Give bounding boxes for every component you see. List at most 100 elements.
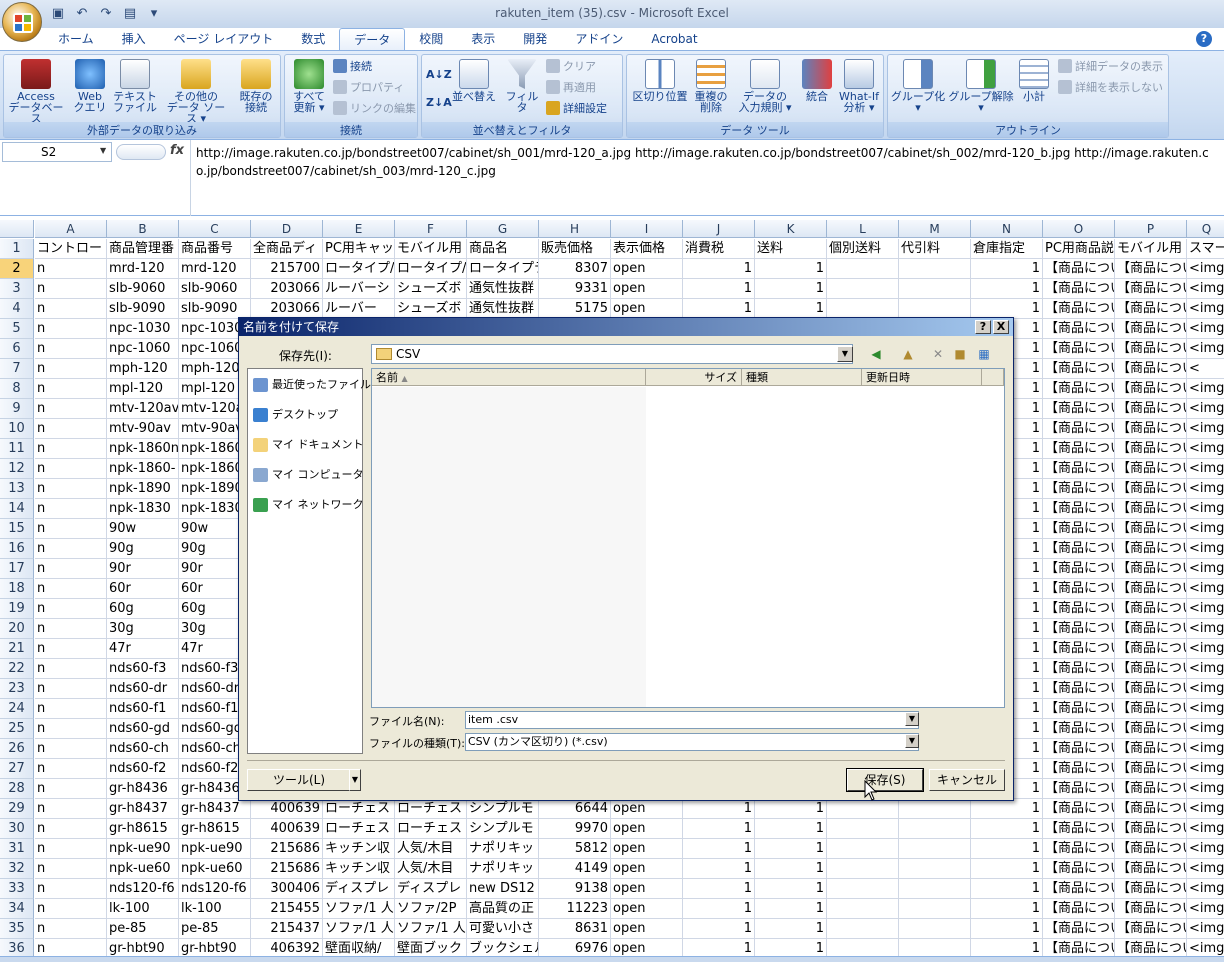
- table-cell[interactable]: <img: [1187, 899, 1224, 919]
- table-cell[interactable]: <img: [1187, 879, 1224, 899]
- sort-desc-button[interactable]: Z↓A: [426, 93, 452, 113]
- table-cell[interactable]: [899, 259, 971, 279]
- table-cell[interactable]: 【商品につい: [1115, 879, 1187, 899]
- table-cell[interactable]: n: [35, 779, 107, 799]
- other-sources-button[interactable]: その他の データ ソース ▾: [162, 59, 230, 124]
- table-cell[interactable]: ナポリキッ: [467, 839, 539, 859]
- table-cell[interactable]: [827, 799, 899, 819]
- header-cell[interactable]: モバイル用: [395, 239, 467, 259]
- table-cell[interactable]: <img s: [1187, 539, 1224, 559]
- row-header[interactable]: 8: [0, 379, 34, 399]
- table-cell[interactable]: gr-h8437: [107, 799, 179, 819]
- table-cell[interactable]: n: [35, 279, 107, 299]
- filename-input[interactable]: item .csv: [465, 711, 919, 729]
- row-header[interactable]: 24: [0, 699, 34, 719]
- column-header-A[interactable]: A: [35, 220, 107, 238]
- table-cell[interactable]: 【商品につい: [1043, 339, 1115, 359]
- table-cell[interactable]: ソファ/1 人: [323, 899, 395, 919]
- customize-qat-icon[interactable]: ▾: [144, 5, 164, 23]
- table-cell[interactable]: 【商品につい: [1115, 679, 1187, 699]
- table-cell[interactable]: 【商品につい: [1115, 839, 1187, 859]
- table-cell[interactable]: npk-1860-: [107, 459, 179, 479]
- table-cell[interactable]: open: [611, 279, 683, 299]
- table-cell[interactable]: 【商品につい: [1115, 419, 1187, 439]
- table-cell[interactable]: 【商品につい: [1043, 719, 1115, 739]
- table-cell[interactable]: 215686: [251, 859, 323, 879]
- table-cell[interactable]: n: [35, 259, 107, 279]
- row-header[interactable]: 6: [0, 339, 34, 359]
- table-cell[interactable]: 【商品につい: [1043, 919, 1115, 939]
- table-cell[interactable]: 5812: [539, 839, 611, 859]
- remove-duplicates-button[interactable]: 重複の 削除: [691, 59, 731, 113]
- table-cell[interactable]: 【商品につい: [1115, 479, 1187, 499]
- row-header[interactable]: 1: [0, 239, 34, 259]
- table-cell[interactable]: n: [35, 699, 107, 719]
- table-cell[interactable]: 5175: [539, 299, 611, 319]
- column-header-D[interactable]: D: [251, 220, 323, 238]
- table-cell[interactable]: n: [35, 319, 107, 339]
- row-header[interactable]: 22: [0, 659, 34, 679]
- column-header-K[interactable]: K: [755, 220, 827, 238]
- table-cell[interactable]: gr-h8615: [107, 819, 179, 839]
- table-cell[interactable]: open: [611, 919, 683, 939]
- tools-button[interactable]: ツール(L): [247, 769, 351, 791]
- table-cell[interactable]: slb-9060: [107, 279, 179, 299]
- table-cell[interactable]: 9970: [539, 819, 611, 839]
- table-cell[interactable]: ルーバー: [323, 299, 395, 319]
- table-cell[interactable]: open: [611, 299, 683, 319]
- table-cell[interactable]: 90g: [107, 539, 179, 559]
- table-cell[interactable]: 215455: [251, 899, 323, 919]
- row-header[interactable]: 31: [0, 839, 34, 859]
- table-cell[interactable]: 【商品につい: [1043, 399, 1115, 419]
- table-cell[interactable]: 1: [971, 279, 1043, 299]
- table-cell[interactable]: 1: [971, 819, 1043, 839]
- table-cell[interactable]: n: [35, 819, 107, 839]
- table-cell[interactable]: open: [611, 899, 683, 919]
- table-cell[interactable]: 60r: [107, 579, 179, 599]
- table-cell[interactable]: 【商品につい: [1043, 439, 1115, 459]
- table-cell[interactable]: 【商品につい: [1115, 899, 1187, 919]
- row-header[interactable]: 21: [0, 639, 34, 659]
- table-cell[interactable]: ローチェスト: [323, 819, 395, 839]
- table-cell[interactable]: [899, 839, 971, 859]
- table-cell[interactable]: nds60-gd: [107, 719, 179, 739]
- table-cell[interactable]: n: [35, 299, 107, 319]
- table-cell[interactable]: 1: [755, 279, 827, 299]
- table-cell[interactable]: 【商品につい: [1115, 759, 1187, 779]
- table-cell[interactable]: 【商品につい: [1043, 899, 1115, 919]
- column-header-E[interactable]: E: [323, 220, 395, 238]
- table-cell[interactable]: 11223: [539, 899, 611, 919]
- table-cell[interactable]: 【商品につい: [1115, 259, 1187, 279]
- table-cell[interactable]: n: [35, 619, 107, 639]
- tab-page-layout[interactable]: ページ レイアウト: [160, 28, 288, 50]
- advanced-filter-button[interactable]: 詳細設定: [546, 99, 607, 119]
- save-icon[interactable]: ▣: [48, 5, 68, 23]
- table-cell[interactable]: 【商品につい: [1043, 559, 1115, 579]
- table-cell[interactable]: 1: [683, 299, 755, 319]
- row-header[interactable]: 11: [0, 439, 34, 459]
- table-cell[interactable]: 【商品につい: [1043, 859, 1115, 879]
- row-header[interactable]: 35: [0, 919, 34, 939]
- table-cell[interactable]: n: [35, 499, 107, 519]
- table-cell[interactable]: 【商品につい: [1043, 479, 1115, 499]
- table-cell[interactable]: 【商品につい: [1043, 539, 1115, 559]
- data-validation-button[interactable]: データの 入力規則 ▾: [733, 59, 797, 113]
- table-cell[interactable]: nds60-f3: [107, 659, 179, 679]
- table-cell[interactable]: [899, 299, 971, 319]
- column-header-J[interactable]: J: [683, 220, 755, 238]
- table-cell[interactable]: ディスプレ: [395, 879, 467, 899]
- table-cell[interactable]: [827, 879, 899, 899]
- table-cell[interactable]: ロータイプ/: [395, 259, 467, 279]
- table-cell[interactable]: 【商品につい: [1043, 359, 1115, 379]
- header-cell[interactable]: 販売価格: [539, 239, 611, 259]
- table-cell[interactable]: 【商品につい: [1043, 739, 1115, 759]
- table-cell[interactable]: new DS12: [467, 879, 539, 899]
- table-cell[interactable]: 人気/木目: [395, 839, 467, 859]
- row-header[interactable]: 18: [0, 579, 34, 599]
- table-cell[interactable]: 通気性抜群: [467, 279, 539, 299]
- table-cell[interactable]: 【商品につい: [1043, 459, 1115, 479]
- table-cell[interactable]: 400639: [251, 819, 323, 839]
- place-recent[interactable]: 最近使ったファイル: [250, 373, 371, 397]
- table-cell[interactable]: 6644: [539, 799, 611, 819]
- table-cell[interactable]: 【商品につい: [1115, 559, 1187, 579]
